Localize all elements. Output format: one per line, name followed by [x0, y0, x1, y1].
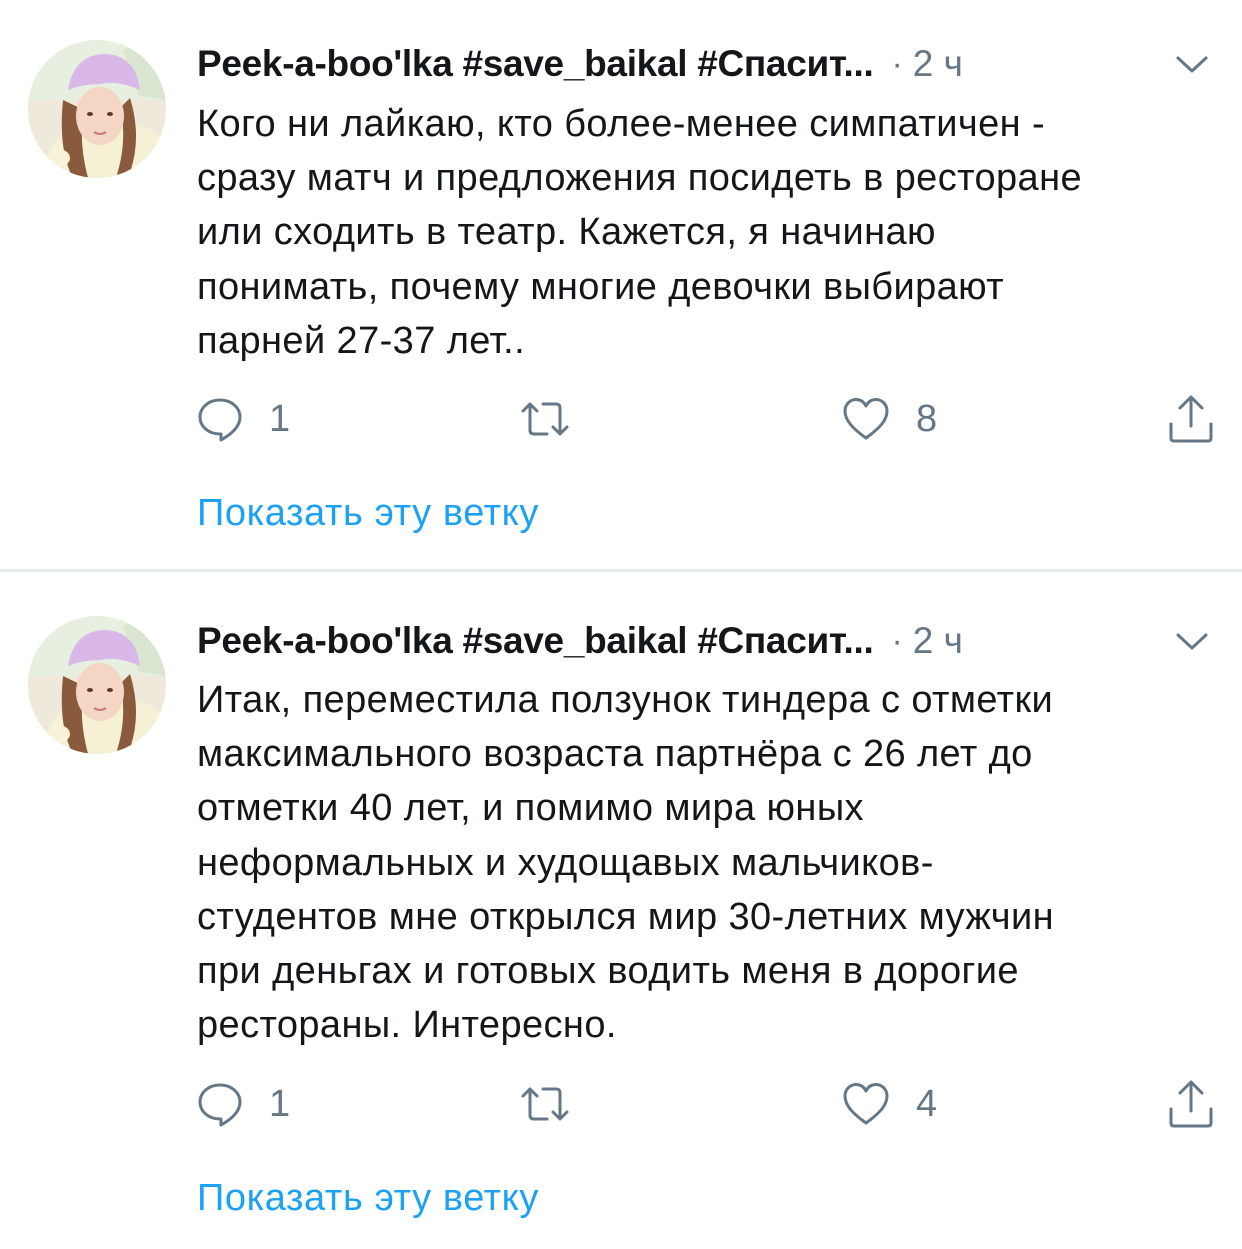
tweet[interactable]: Peek-a-boo'lka #save_baikal #Спасит... ·…: [0, 0, 1242, 571]
heart-outline-icon: [843, 398, 889, 440]
timestamp[interactable]: 2 ч: [913, 620, 963, 662]
chevron-down-icon[interactable]: [1170, 621, 1214, 661]
tweet-feed: Peek-a-boo'lka #save_baikal #Спасит... ·…: [0, 0, 1242, 1249]
tweet-text-line: Кого ни лайкаю, кто более-менее симпатич…: [197, 103, 1046, 145]
reply-count: 1: [269, 1082, 291, 1125]
tweet-header: Peek-a-boo'lka #save_baikal #Спасит... ·…: [197, 36, 1218, 92]
share-button[interactable]: [1167, 391, 1215, 447]
reply-button[interactable]: 1: [197, 391, 290, 447]
tweet-text-line: максимального возраста партнёра с 26 лет…: [197, 733, 1033, 776]
tweet-text: Кого ни лайкаю, кто более-менее симпатич…: [197, 97, 1217, 368]
speech-bubble-icon: [198, 398, 242, 442]
like-count: 8: [916, 397, 938, 440]
like-button[interactable]: 4: [842, 1076, 937, 1132]
speech-bubble-icon: [198, 1083, 242, 1127]
separator-dot: ·: [891, 621, 903, 660]
avatar[interactable]: [28, 616, 166, 754]
retweet-button[interactable]: [519, 1076, 571, 1132]
retweet-arrows-icon: [521, 1087, 569, 1121]
separator-dot: ·: [891, 44, 903, 83]
tweet-text-line: Итак, переместила ползунок тиндера с отм…: [197, 679, 1054, 721]
tweet-text-line: студентов мне открылся мир 30-летних муж…: [197, 895, 1054, 938]
retweet-button[interactable]: [519, 391, 571, 447]
tweet-header: Peek-a-boo'lka #save_baikal #Спасит... ·…: [197, 613, 1218, 669]
retweet-arrows-icon: [521, 402, 569, 436]
avatar[interactable]: [28, 40, 166, 178]
tweet-text-line: рестораны. Интересно.: [197, 1004, 617, 1047]
reply-button[interactable]: 1: [197, 1076, 290, 1132]
avatar-image: [28, 40, 166, 178]
tweet-text-line: понимать, почему многие девочки выбирают: [197, 265, 1005, 308]
like-count: 4: [916, 1082, 938, 1125]
tweet[interactable]: Peek-a-boo'lka #save_baikal #Спасит... ·…: [0, 573, 1242, 1249]
share-button[interactable]: [1167, 1076, 1215, 1132]
avatar-image: [28, 616, 166, 754]
tweet-text-line: парней 27-37 лет..: [197, 319, 526, 362]
tweet-text-line: отметки 40 лет, и помимо мира юных: [197, 787, 864, 830]
like-button[interactable]: 8: [842, 391, 937, 447]
share-upload-icon: [1169, 1080, 1213, 1128]
tweet-text: Итак, переместила ползунок тиндера с отм…: [197, 673, 1217, 1052]
tweet-text-line: при деньгах и готовых водить меня в доро…: [197, 950, 1019, 993]
tweet-text-line: или сходить в театр. Кажется, я начинаю: [197, 211, 936, 254]
share-upload-icon: [1169, 395, 1213, 443]
tweet-text-line: неформальных и худощавых мальчиков-: [197, 841, 934, 884]
author-name[interactable]: Peek-a-boo'lka #save_baikal #Спасит...: [197, 43, 873, 85]
tweet-text-line: сразу матч и предложения посидеть в рест…: [197, 157, 1083, 200]
divider: [0, 569, 1242, 572]
show-thread-link[interactable]: Показать эту ветку: [197, 1177, 539, 1220]
show-thread-link[interactable]: Показать эту ветку: [197, 492, 539, 535]
timestamp[interactable]: 2 ч: [913, 43, 963, 85]
author-name[interactable]: Peek-a-boo'lka #save_baikal #Спасит...: [197, 620, 873, 662]
chevron-down-icon[interactable]: [1170, 44, 1214, 84]
reply-count: 1: [269, 397, 291, 440]
tweet-actions: 1 4: [197, 1076, 1217, 1132]
heart-outline-icon: [843, 1083, 889, 1125]
tweet-actions: 1 8: [197, 391, 1217, 447]
